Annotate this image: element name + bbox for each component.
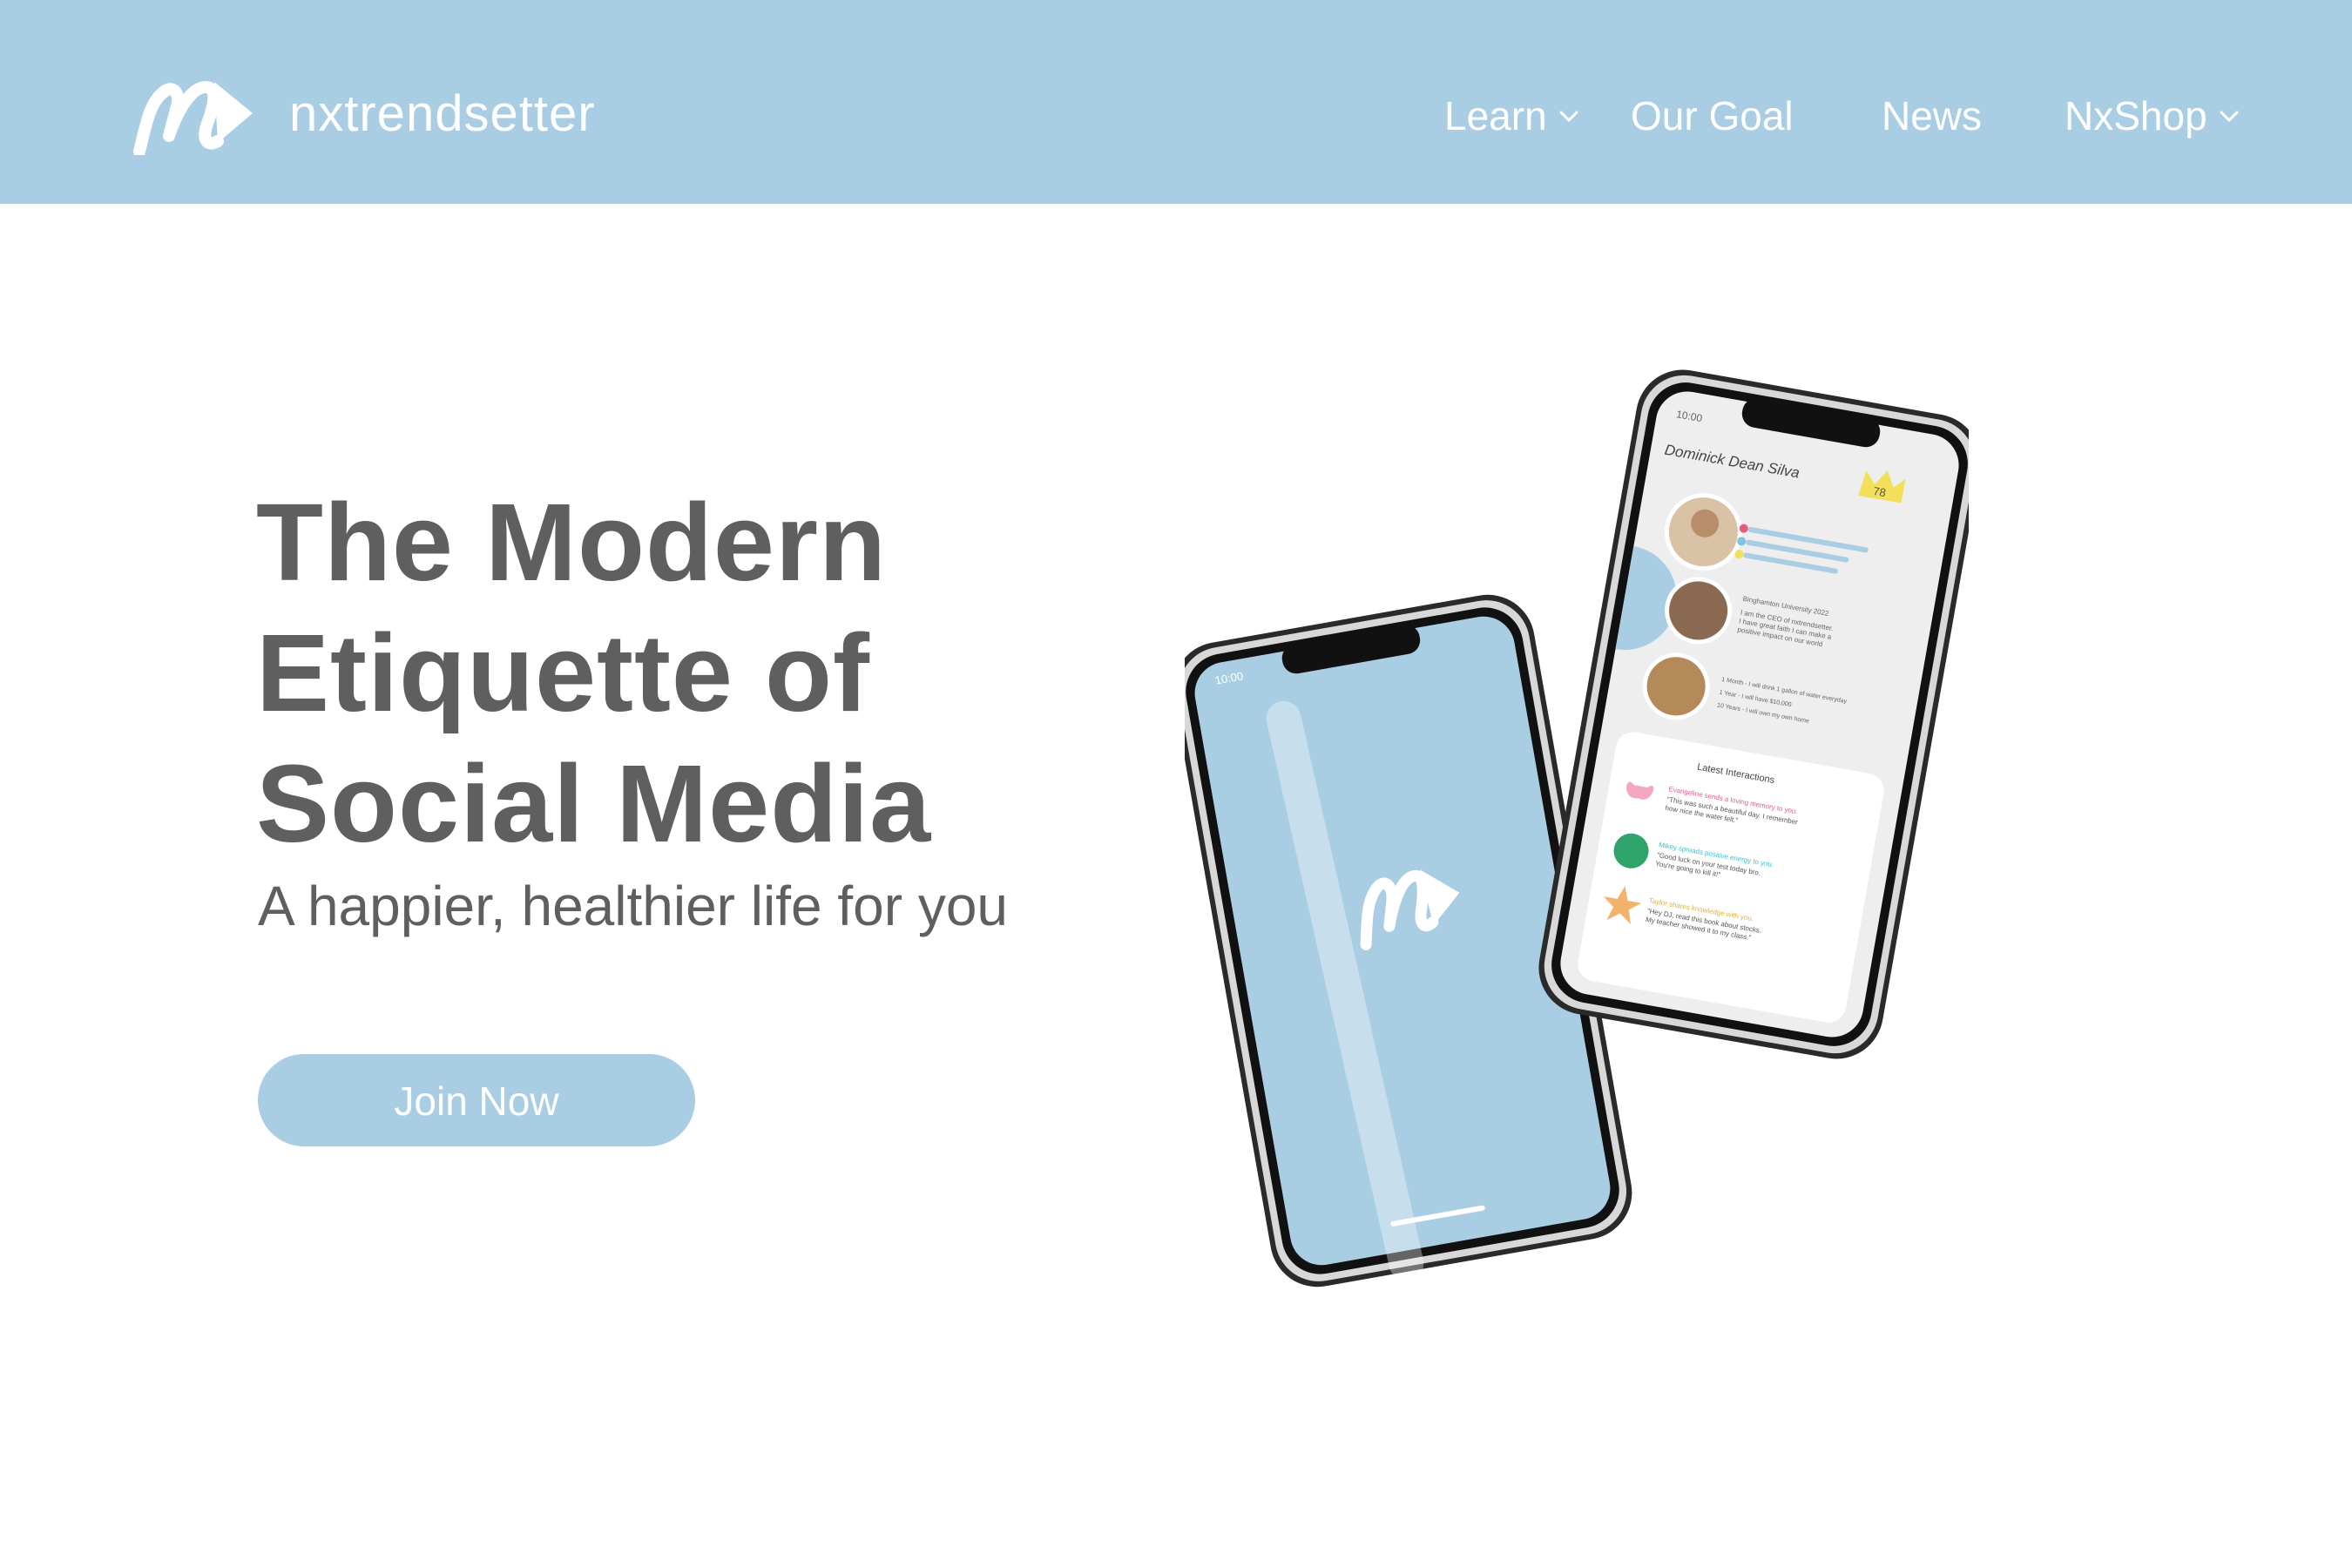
top-navbar: nxtrendsetter Learn Our Goal News NxShop <box>0 0 2352 204</box>
nav-news[interactable]: News <box>1882 85 1982 146</box>
chevron-down-icon <box>1559 111 1578 123</box>
nav-our-goal[interactable]: Our Goal <box>1631 85 1794 146</box>
profile-score: 78 <box>1872 484 1887 499</box>
nav-nxshop-label: NxShop <box>2065 93 2207 139</box>
nxtrendsetter-logo-icon[interactable] <box>131 75 253 155</box>
nav-our-goal-label: Our Goal <box>1631 93 1794 139</box>
hero-subtitle: A happier, healthier life for you <box>258 875 1008 937</box>
nav-nxshop[interactable]: NxShop <box>2065 85 2240 146</box>
chevron-down-icon <box>2220 111 2239 123</box>
hero-title: The Modern Etiquette of Social Media <box>256 477 1127 869</box>
nav-learn-label: Learn <box>1444 93 1547 139</box>
hero-title-line: Etiquette of <box>256 612 870 734</box>
phone-mockups-illustration: 10:00 10:00 Dominick Dean Silva 78 Bingh… <box>1185 369 1969 1288</box>
brand-name[interactable]: nxtrendsetter <box>289 84 596 145</box>
hero-title-line: Social Media <box>256 742 932 865</box>
nav-news-label: News <box>1882 93 1983 139</box>
phone-front: 10:00 Dominick Dean Silva 78 Binghamton … <box>1538 369 1969 1059</box>
hero-title-line: The Modern <box>256 481 887 604</box>
join-now-button[interactable]: Join Now <box>258 1054 695 1146</box>
nav-learn[interactable]: Learn <box>1444 85 1580 146</box>
